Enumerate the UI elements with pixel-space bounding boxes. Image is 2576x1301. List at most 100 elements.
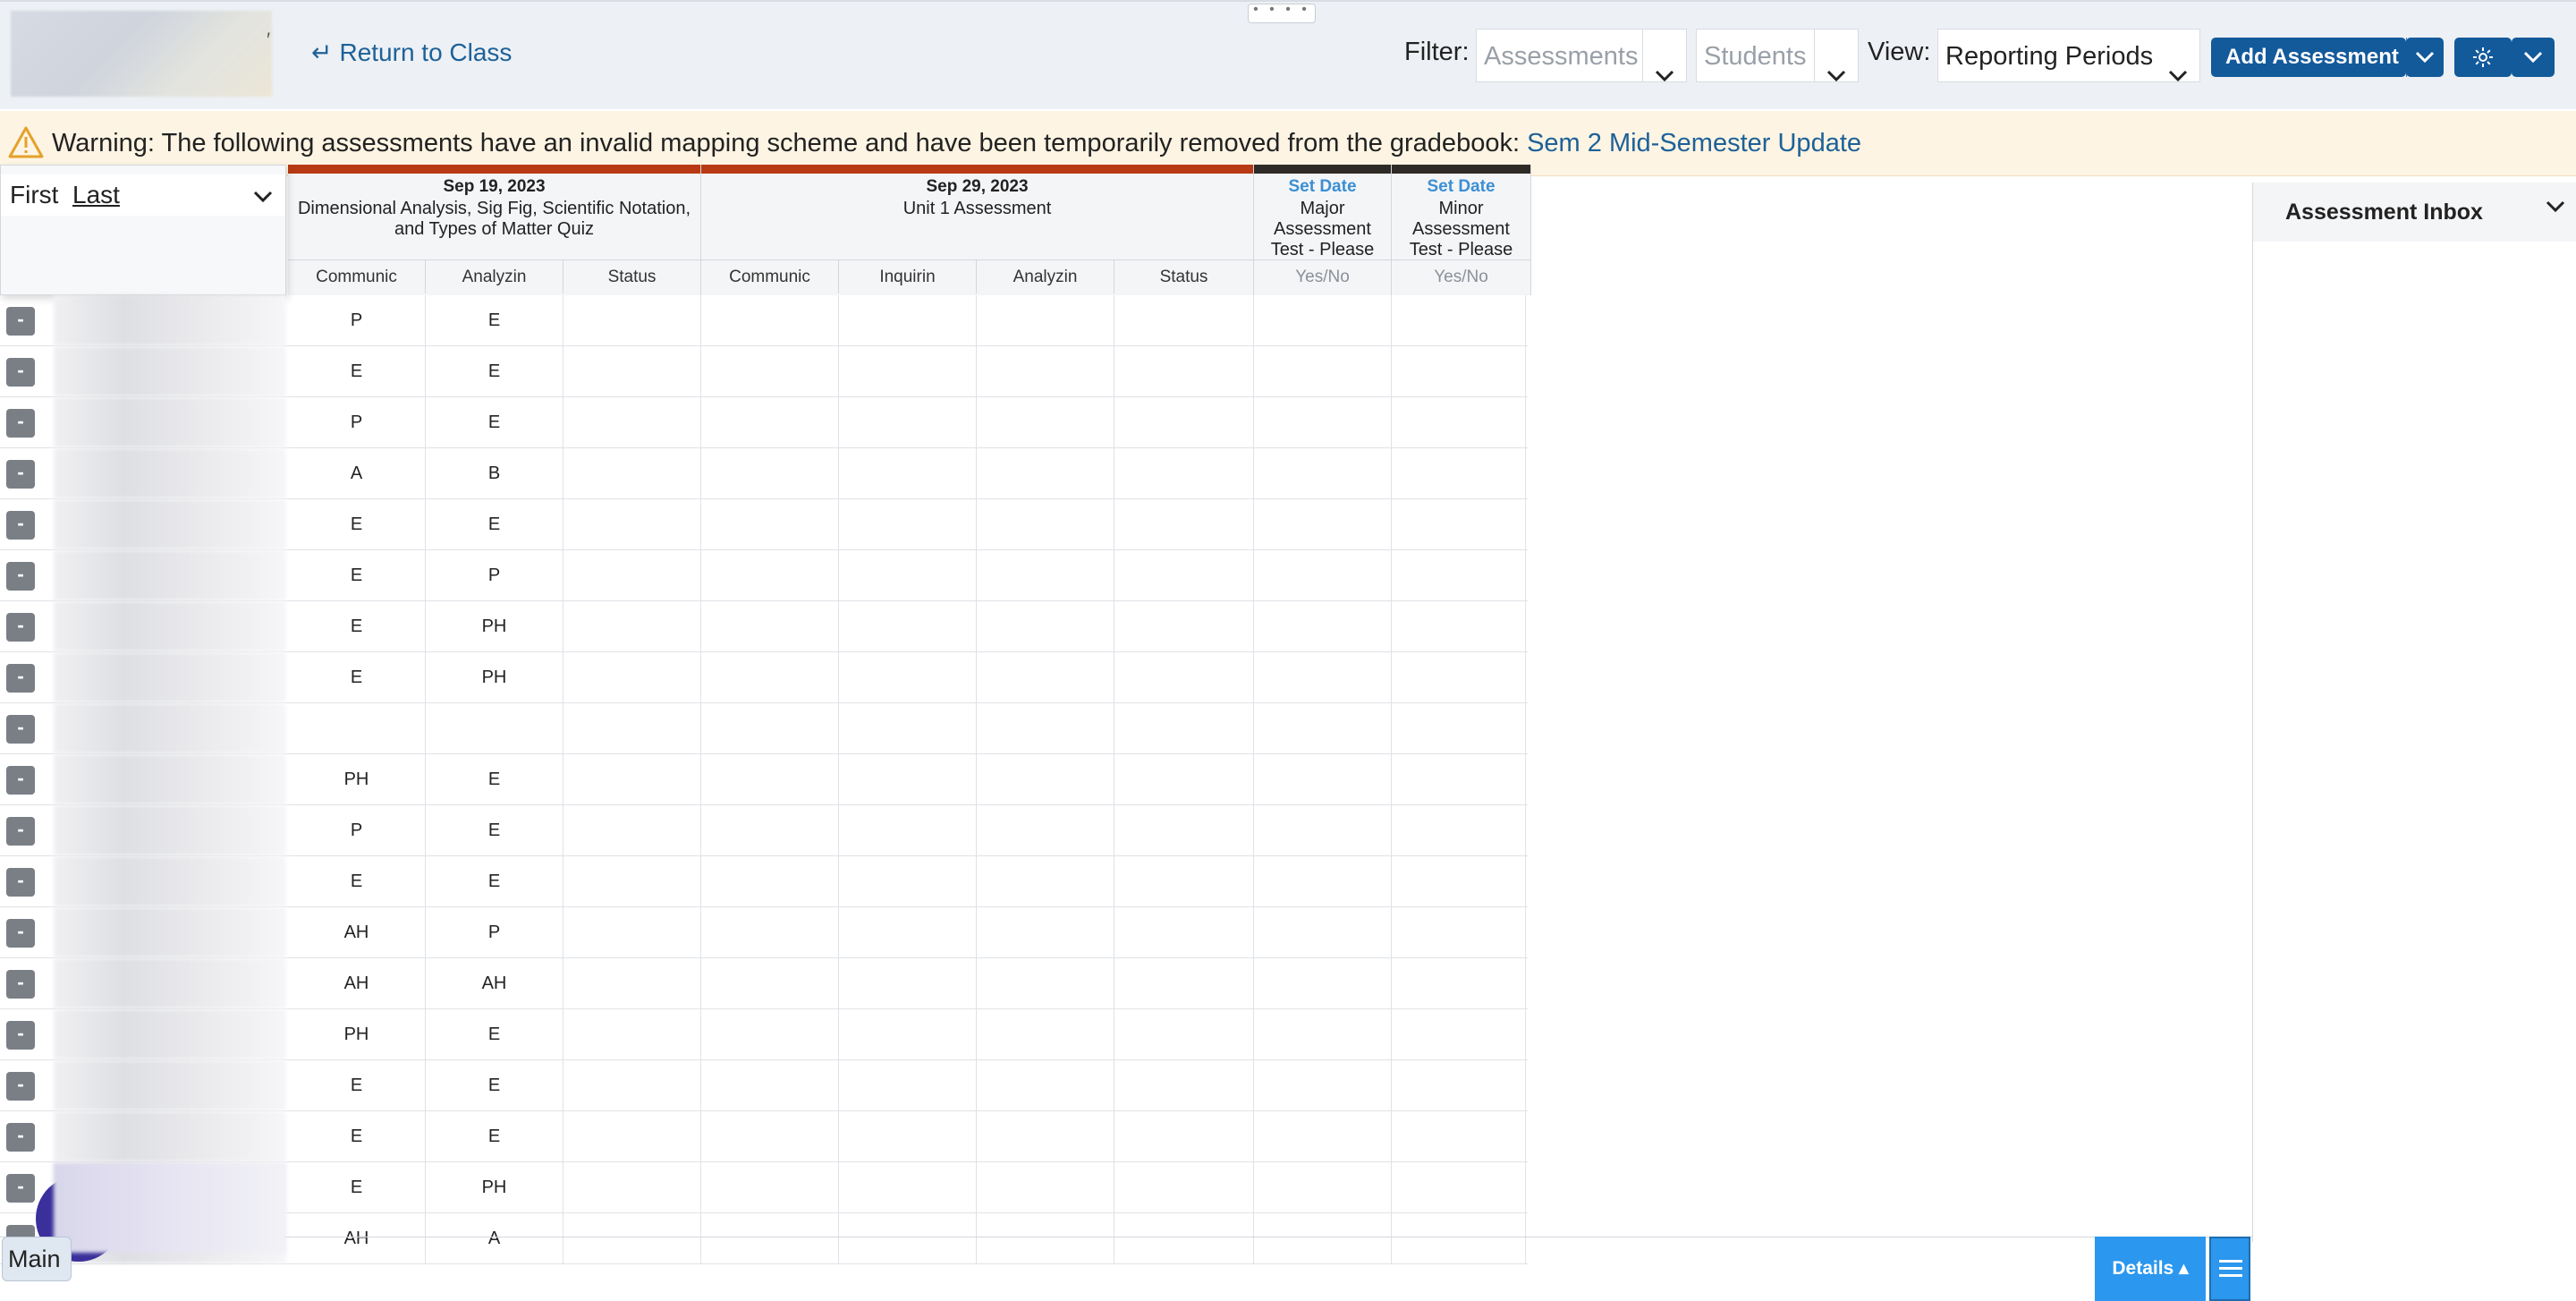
student-name[interactable] [54, 1111, 286, 1161]
row-toggle-button[interactable]: - [6, 307, 35, 336]
grade-cell[interactable] [1392, 295, 1526, 345]
grade-cell[interactable] [564, 550, 701, 600]
grade-cell[interactable] [977, 499, 1114, 549]
grade-cell[interactable] [977, 1111, 1114, 1161]
grade-cell[interactable]: E [426, 1009, 564, 1059]
student-name[interactable] [54, 295, 286, 345]
grade-cell[interactable] [564, 1060, 701, 1110]
invalid-assessment-link[interactable]: Sem 2 Mid-Semester Update [1527, 129, 1861, 157]
chevron-down-icon[interactable] [253, 191, 273, 203]
column-header[interactable]: Communic [288, 259, 426, 293]
grade-cell[interactable] [839, 295, 977, 345]
assessments-filter-dropdown[interactable]: Assessments [1476, 29, 1687, 82]
row-toggle-button[interactable]: - [6, 715, 35, 744]
grade-cell[interactable]: E [288, 1111, 426, 1161]
grade-cell[interactable] [1254, 958, 1392, 1008]
grade-cell[interactable]: E [288, 856, 426, 906]
grade-cell[interactable] [701, 907, 839, 957]
student-name[interactable] [54, 1060, 286, 1110]
column-header[interactable]: Status [1114, 259, 1254, 293]
grade-cell[interactable]: AH [426, 958, 564, 1008]
chevron-down-icon[interactable] [1642, 30, 1686, 82]
grade-cell[interactable] [977, 601, 1114, 651]
chevron-down-icon[interactable] [2157, 30, 2199, 82]
student-name[interactable] [54, 907, 286, 957]
grade-cell[interactable] [839, 958, 977, 1008]
grade-cell[interactable] [1254, 550, 1392, 600]
grade-cell[interactable]: E [426, 1060, 564, 1110]
row-toggle-button[interactable]: - [6, 460, 35, 489]
add-assessment-menu-button[interactable] [2406, 38, 2444, 77]
grade-cell[interactable] [701, 958, 839, 1008]
settings-menu-button[interactable] [2512, 38, 2555, 77]
grade-cell[interactable] [564, 295, 701, 345]
grade-cell[interactable] [1114, 703, 1254, 753]
drag-handle[interactable]: • • • • [1248, 3, 1316, 23]
grade-cell[interactable] [1392, 856, 1526, 906]
grade-cell[interactable] [701, 550, 839, 600]
column-header[interactable]: Analyzin [977, 259, 1114, 293]
chevron-down-icon[interactable] [2546, 200, 2565, 213]
grade-cell[interactable] [564, 448, 701, 498]
list-menu-button[interactable] [2209, 1237, 2250, 1301]
grade-cell[interactable] [1114, 499, 1254, 549]
grade-cell[interactable] [1254, 499, 1392, 549]
set-date-link[interactable]: Set Date [1392, 177, 1530, 197]
grade-cell[interactable] [1254, 448, 1392, 498]
grade-cell[interactable] [977, 397, 1114, 447]
add-assessment-button[interactable]: Add Assessment [2211, 38, 2407, 77]
grade-cell[interactable] [839, 448, 977, 498]
grade-cell[interactable] [1114, 1162, 1254, 1212]
column-header[interactable]: Status [564, 259, 701, 293]
row-toggle-button[interactable]: - [6, 511, 35, 540]
grade-cell[interactable]: P [288, 805, 426, 855]
grade-cell[interactable] [1392, 958, 1526, 1008]
grade-cell[interactable] [701, 1162, 839, 1212]
row-toggle-button[interactable]: - [6, 1021, 35, 1050]
return-to-class-link[interactable]: ↵ Return to Class [311, 38, 512, 67]
grade-cell[interactable] [1114, 550, 1254, 600]
grade-cell[interactable] [1254, 805, 1392, 855]
grade-cell[interactable]: E [288, 652, 426, 702]
column-header[interactable]: Yes/No [1254, 259, 1392, 293]
grade-cell[interactable] [977, 1162, 1114, 1212]
grade-cell[interactable] [1254, 907, 1392, 957]
grade-cell[interactable]: PH [288, 754, 426, 804]
grade-cell[interactable] [1114, 907, 1254, 957]
grade-cell[interactable]: E [426, 805, 564, 855]
grade-cell[interactable]: E [426, 295, 564, 345]
grade-cell[interactable] [564, 856, 701, 906]
grade-cell[interactable] [839, 397, 977, 447]
grade-cell[interactable] [977, 1009, 1114, 1059]
grade-cell[interactable] [839, 856, 977, 906]
tab-main[interactable]: Main [2, 1237, 72, 1281]
student-name[interactable] [54, 550, 286, 600]
grade-cell[interactable] [1254, 1213, 1392, 1263]
grade-cell[interactable]: P [426, 550, 564, 600]
grade-cell[interactable] [1114, 601, 1254, 651]
grade-cell[interactable] [1114, 1213, 1254, 1263]
grade-cell[interactable] [701, 805, 839, 855]
row-toggle-button[interactable]: - [6, 358, 35, 387]
grade-cell[interactable] [1392, 1162, 1526, 1212]
grade-cell[interactable] [977, 703, 1114, 753]
student-name[interactable] [54, 1009, 286, 1059]
grade-cell[interactable] [839, 499, 977, 549]
grade-cell[interactable] [839, 1060, 977, 1110]
student-name[interactable] [54, 805, 286, 855]
grade-cell[interactable] [839, 1111, 977, 1161]
grade-cell[interactable] [288, 703, 426, 753]
grade-cell[interactable] [977, 856, 1114, 906]
grade-cell[interactable] [839, 550, 977, 600]
grade-cell[interactable] [1254, 703, 1392, 753]
grade-cell[interactable] [1114, 1009, 1254, 1059]
grade-cell[interactable] [977, 754, 1114, 804]
grade-cell[interactable] [1392, 1213, 1526, 1263]
grade-cell[interactable] [701, 346, 839, 396]
grade-cell[interactable] [564, 754, 701, 804]
grade-cell[interactable] [564, 1162, 701, 1212]
grade-cell[interactable]: B [426, 448, 564, 498]
student-name[interactable] [54, 856, 286, 906]
grade-cell[interactable] [1114, 1060, 1254, 1110]
grade-cell[interactable]: AH [288, 907, 426, 957]
